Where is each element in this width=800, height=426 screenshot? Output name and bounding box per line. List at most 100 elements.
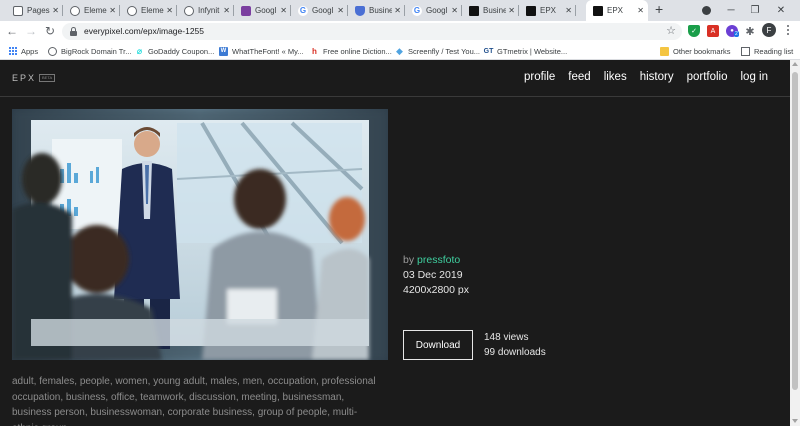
browser-tab[interactable]: Googl ✕: [234, 0, 291, 21]
extension-badge: 2: [734, 31, 739, 37]
tab-title: EPX: [540, 6, 557, 15]
whatthefont-icon: W: [219, 46, 228, 56]
browser-tab[interactable]: Pages ✕: [6, 0, 63, 21]
google-icon: G: [298, 5, 308, 16]
browser-tab[interactable]: G Googl ✕: [405, 0, 462, 21]
epx-icon: [526, 5, 536, 16]
apps-icon: [8, 46, 17, 56]
document-icon: [13, 5, 23, 16]
tab-title: Pages: [27, 6, 50, 15]
browser-tab[interactable]: Busine ✕: [462, 0, 519, 21]
url-text[interactable]: everypixel.com/epx/image-1255: [84, 26, 204, 36]
browser-menu-icon[interactable]: [784, 23, 792, 37]
screenfly-icon: ◆: [396, 45, 403, 56]
scrollbar-thumb[interactable]: [792, 72, 798, 390]
browser-tab[interactable]: Eleme ✕: [63, 0, 120, 21]
tab-title: Googl: [255, 6, 277, 15]
forward-icon[interactable]: →: [23, 23, 39, 39]
bookmarks-bar: Apps BigRock Domain Tr... ⌀ GoDaddy Coup…: [0, 42, 800, 60]
downloads-count: 99 downloads: [484, 347, 546, 358]
epx-logo[interactable]: EPX BETA: [12, 73, 56, 83]
browser-toolbar: ← → ↻ everypixel.com/epx/image-1255 ☆ ✓ …: [0, 21, 800, 42]
tab-title: Busine: [483, 6, 507, 15]
window-close-icon[interactable]: ✕: [774, 3, 788, 17]
close-icon[interactable]: ✕: [337, 6, 344, 15]
globe-icon: [127, 5, 137, 16]
minimize-icon[interactable]: ─: [724, 3, 738, 17]
nav-feed[interactable]: feed: [568, 71, 590, 83]
nav-history[interactable]: history: [640, 71, 674, 83]
close-icon[interactable]: ✕: [280, 6, 287, 15]
image-stats: 148 views 99 downloads: [484, 330, 546, 360]
reading-list[interactable]: Reading list: [741, 44, 793, 58]
nav-log-in[interactable]: log in: [741, 71, 769, 83]
godaddy-icon: ⌀: [136, 45, 143, 56]
browser-tab[interactable]: EPX ✕: [519, 0, 576, 21]
epx-icon: [593, 5, 603, 16]
close-icon[interactable]: ✕: [223, 6, 230, 15]
close-icon[interactable]: ✕: [508, 6, 515, 15]
globe-icon: [184, 5, 194, 16]
restore-icon[interactable]: ❐: [748, 3, 762, 17]
browser-tab[interactable]: Infynit ✕: [177, 0, 234, 21]
business-meeting-photo: [12, 109, 388, 360]
download-button[interactable]: Download: [403, 330, 473, 360]
close-icon[interactable]: ✕: [394, 6, 401, 15]
bookmark-item[interactable]: ⌀ GoDaddy Coupon...: [135, 44, 215, 58]
bookmark-item[interactable]: h Free online Diction...: [310, 44, 392, 58]
new-tab-button[interactable]: +: [655, 1, 663, 17]
author-link[interactable]: pressfoto: [417, 254, 460, 266]
image-resolution: 4200x2800 px: [403, 284, 469, 296]
google-icon: G: [412, 5, 422, 16]
author-line: by pressfoto: [403, 254, 461, 266]
globe-icon: [48, 46, 57, 56]
close-icon[interactable]: ✕: [637, 6, 644, 15]
scroll-up-icon[interactable]: [792, 62, 798, 66]
bookmark-item[interactable]: ◆ Screenfly / Test You...: [395, 44, 480, 58]
close-icon[interactable]: ✕: [109, 6, 116, 15]
browser-tab[interactable]: Busine ✕: [348, 0, 405, 21]
browser-tab-active[interactable]: EPX ✕: [586, 0, 648, 21]
reload-icon[interactable]: ↻: [42, 23, 58, 39]
photo-preview[interactable]: [12, 109, 388, 360]
back-icon[interactable]: ←: [4, 23, 20, 39]
browser-tab[interactable]: Eleme ✕: [120, 0, 177, 21]
profile-avatar[interactable]: F: [762, 23, 776, 37]
scroll-down-icon[interactable]: [792, 419, 798, 423]
bookmark-apps[interactable]: Apps: [8, 44, 38, 58]
reading-list-icon: [741, 46, 750, 56]
main-nav: profile feed likes history portfolio log…: [524, 71, 768, 83]
page-scrollbar[interactable]: [790, 60, 800, 426]
image-tags[interactable]: adult, females, people, women, young adu…: [12, 374, 382, 426]
lock-icon[interactable]: [70, 27, 77, 36]
other-bookmarks[interactable]: Other bookmarks: [660, 44, 731, 58]
bookmark-item[interactable]: BigRock Domain Tr...: [48, 44, 131, 58]
bookmark-item[interactable]: W WhatTheFont! « My...: [219, 44, 304, 58]
bookmark-item[interactable]: GT GTmetrix | Website...: [484, 44, 568, 58]
shield-icon: [355, 5, 365, 16]
extensions-puzzle-icon[interactable]: ✱: [744, 25, 756, 38]
epx-icon: [469, 5, 479, 16]
shield-extension-icon[interactable]: ✓: [688, 25, 700, 37]
page-content: EPX BETA profile feed likes history port…: [0, 60, 800, 426]
tab-title: EPX: [607, 6, 624, 15]
tab-title: Googl: [426, 6, 448, 15]
views-count: 148 views: [484, 332, 529, 343]
close-icon[interactable]: ✕: [166, 6, 173, 15]
nav-likes[interactable]: likes: [604, 71, 627, 83]
address-bar[interactable]: everypixel.com/epx/image-1255 ☆: [62, 23, 682, 40]
browser-tab[interactable]: G Googl ✕: [291, 0, 348, 21]
close-icon[interactable]: ✕: [565, 6, 572, 15]
upload-date: 03 Dec 2019: [403, 269, 463, 281]
bookmark-star-icon[interactable]: ☆: [666, 24, 676, 37]
image-info: by pressfoto 03 Dec 2019 4200x2800 px: [403, 253, 469, 298]
tab-search-icon[interactable]: [699, 3, 713, 17]
tab-title: Eleme: [84, 6, 107, 15]
nav-profile[interactable]: profile: [524, 71, 555, 83]
tab-title: Busine: [369, 6, 393, 15]
close-icon[interactable]: ✕: [451, 6, 458, 15]
purple-app-icon: [241, 5, 251, 16]
close-icon[interactable]: ✕: [52, 6, 59, 15]
nav-portfolio[interactable]: portfolio: [687, 71, 728, 83]
pdf-extension-icon[interactable]: A: [707, 25, 719, 37]
